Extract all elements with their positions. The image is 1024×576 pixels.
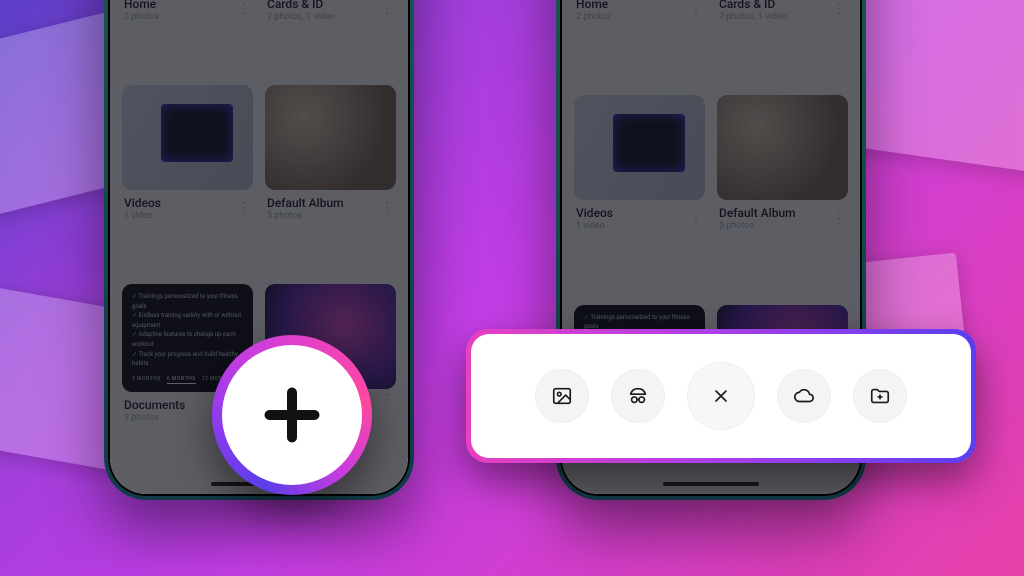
album-subtitle: 2 photos <box>576 12 611 22</box>
album-title: Videos <box>124 196 161 210</box>
action-bar <box>466 329 976 463</box>
checklist-line: Trainings personalized to your fitness g… <box>132 292 243 311</box>
tab: 3 MONTHS <box>132 375 161 384</box>
album-item[interactable]: Videos 1 video ⋮ <box>122 85 253 272</box>
checklist-line: Adaptive features to change up each work… <box>132 330 243 349</box>
fab-inner <box>222 345 362 485</box>
photo-icon <box>551 385 573 407</box>
add-folder-icon <box>869 385 891 407</box>
album-item[interactable]: Cards & ID 7 photos, 1 video ⋮ <box>717 0 848 83</box>
album-item[interactable]: Videos 1 video ⋮ <box>574 95 705 292</box>
album-title: Cards & ID <box>719 0 787 11</box>
album-title: Default Album <box>267 196 344 210</box>
album-title: Cards & ID <box>267 0 335 11</box>
checklist-line: Track your progress and build healthy ha… <box>132 350 243 369</box>
album-subtitle: 7 photos, 1 video <box>267 12 335 22</box>
album-item[interactable]: Default Album 5 photos ⋮ <box>717 95 848 292</box>
close-icon <box>711 386 731 406</box>
bg-photo <box>841 0 1024 173</box>
album-thumbnail <box>122 85 253 190</box>
plus-icon <box>262 385 322 445</box>
incognito-icon <box>627 385 649 407</box>
album-subtitle: 2 photos <box>124 12 159 22</box>
cloud-icon <box>793 385 815 407</box>
action-cloud[interactable] <box>777 369 831 423</box>
action-bar-inner <box>471 334 971 458</box>
album-thumbnail <box>265 85 396 190</box>
album-thumbnail <box>574 95 705 200</box>
album-item[interactable]: Home 2 photos ⋮ <box>574 0 705 83</box>
album-title: Home <box>124 0 159 11</box>
fab-add[interactable] <box>212 335 372 495</box>
album-title: Documents <box>124 398 185 412</box>
checklist-line: Endless training variety with or without… <box>132 311 243 330</box>
action-bar-border <box>466 329 976 463</box>
action-new-folder[interactable] <box>853 369 907 423</box>
album-subtitle: 5 photos <box>719 221 796 231</box>
tab-active: 6 MONTHS <box>167 375 196 384</box>
album-subtitle: 5 photos <box>267 211 344 221</box>
album-title: Default Album <box>719 206 796 220</box>
album-item[interactable]: Home 2 photos ⋮ <box>122 0 253 73</box>
album-subtitle: 3 photos <box>124 413 185 423</box>
home-indicator <box>663 482 759 486</box>
album-subtitle: 1 video <box>576 221 613 231</box>
album-thumbnail <box>717 95 848 200</box>
album-item[interactable]: Cards & ID 7 photos, 1 video ⋮ <box>265 0 396 73</box>
action-photo[interactable] <box>535 369 589 423</box>
album-title: Home <box>576 0 611 11</box>
action-private[interactable] <box>611 369 665 423</box>
album-subtitle: 7 photos, 1 video <box>719 12 787 22</box>
action-close[interactable] <box>687 362 755 430</box>
promo-stage: Home 2 photos ⋮ Cards & ID 7 photos, 1 v… <box>0 0 1024 576</box>
album-title: Videos <box>576 206 613 220</box>
album-subtitle: 1 video <box>124 211 161 221</box>
album-item[interactable]: Default Album 5 photos ⋮ <box>265 85 396 272</box>
